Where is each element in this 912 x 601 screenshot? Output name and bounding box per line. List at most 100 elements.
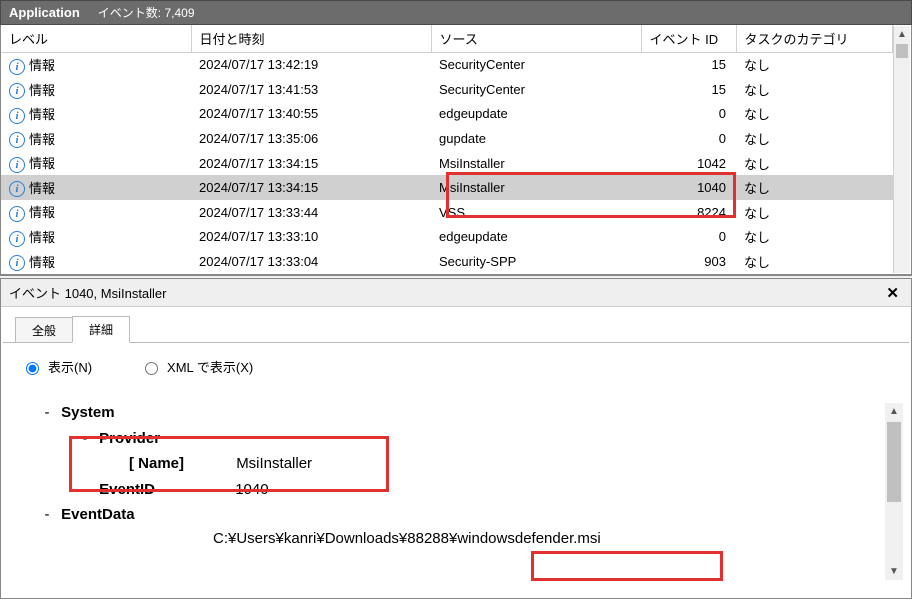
cell-eventid: 15	[641, 77, 736, 102]
cell-category: なし	[736, 175, 893, 200]
level-label: 情報	[29, 230, 55, 245]
tree-provider[interactable]: Provider	[99, 430, 160, 447]
event-table[interactable]: レベル 日付と時刻 ソース イベント ID タスクのカテゴリ i情報2024/0…	[1, 25, 893, 274]
info-icon: i	[9, 59, 25, 75]
view-mode-radios: 表示(N) XML で表示(X)	[21, 357, 891, 376]
detail-tree: System Provider [ Name] MsiInstaller Eve…	[21, 400, 891, 551]
scroll-up-icon[interactable]: ▲	[894, 26, 910, 43]
cell-eventid: 0	[641, 224, 736, 249]
scroll-down-icon[interactable]: ▼	[885, 563, 903, 580]
level-label: 情報	[29, 132, 55, 147]
cell-date: 2024/07/17 13:33:44	[191, 200, 431, 225]
cell-category: なし	[736, 102, 893, 127]
level-label: 情報	[29, 107, 55, 122]
app-title: Application	[9, 5, 80, 20]
table-row[interactable]: i情報2024/07/17 13:33:10edgeupdate0なし	[1, 224, 893, 249]
level-label: 情報	[29, 181, 55, 196]
tree-system[interactable]: System	[61, 404, 114, 421]
tree-toggle-icon[interactable]	[37, 400, 57, 426]
cell-source: SecurityCenter	[431, 53, 641, 78]
cell-category: なし	[736, 77, 893, 102]
cell-source: VSS	[431, 200, 641, 225]
table-row[interactable]: i情報2024/07/17 13:42:19SecurityCenter15なし	[1, 53, 893, 78]
table-row[interactable]: i 情報 2024/07/17 13:40:55edgeupdate0なし	[1, 102, 893, 127]
cell-date: 2024/07/17 13:41:53	[191, 77, 431, 102]
table-row[interactable]: i情報2024/07/17 13:41:53SecurityCenter15なし	[1, 77, 893, 102]
cell-date: 2024/07/17 13:42:19	[191, 53, 431, 78]
cell-date: 2024/07/17 13:33:10	[191, 224, 431, 249]
titlebar: Application イベント数: 7,409	[0, 0, 912, 25]
info-icon: i	[9, 157, 25, 173]
highlight-box-filename	[531, 551, 723, 581]
tree-eventid-value: 1040	[235, 477, 268, 503]
level-label: 情報	[29, 255, 55, 270]
tab-details[interactable]: 詳細	[72, 316, 130, 343]
event-count: イベント数: 7,409	[98, 4, 195, 21]
cell-eventid: 15	[641, 53, 736, 78]
tab-content-details: 表示(N) XML で表示(X) System Provider [ Name]…	[3, 342, 909, 586]
tabstrip: 全般 詳細	[1, 307, 911, 342]
cell-source: MsiInstaller	[431, 175, 641, 200]
detail-title: イベント 1040, MsiInstaller	[9, 283, 167, 302]
tree-eventid[interactable]: EventID	[99, 481, 155, 498]
radio-xml[interactable]: XML で表示(X)	[140, 357, 253, 376]
cell-category: なし	[736, 224, 893, 249]
detail-pane: イベント 1040, MsiInstaller ✕ 全般 詳細 表示(N) XM…	[0, 279, 912, 599]
col-header-source[interactable]: ソース	[431, 25, 641, 53]
info-icon: i	[9, 206, 25, 222]
col-header-date[interactable]: 日付と時刻	[191, 25, 431, 53]
cell-eventid: 8224	[641, 200, 736, 225]
cell-eventid: 1042	[641, 151, 736, 176]
cell-source: gupdate	[431, 126, 641, 151]
info-icon: i	[9, 231, 25, 247]
table-row[interactable]: i情報2024/07/17 13:33:44VSS8224なし	[1, 200, 893, 225]
radio-friendly-input[interactable]	[26, 362, 39, 375]
cell-date: 2024/07/17 13:33:04	[191, 249, 431, 274]
tree-eventdata[interactable]: EventData	[61, 506, 134, 523]
cell-date: 2024/07/17 13:35:06	[191, 126, 431, 151]
table-row[interactable]: i情報2024/07/17 13:34:15MsiInstaller1040なし	[1, 175, 893, 200]
cell-category: なし	[736, 126, 893, 151]
table-row[interactable]: i情報2024/07/17 13:33:04Security-SPP903なし	[1, 249, 893, 274]
cell-source: edgeupdate	[431, 102, 641, 127]
cell-category: なし	[736, 151, 893, 176]
cell-source: MsiInstaller	[431, 151, 641, 176]
tab-general[interactable]: 全般	[15, 317, 73, 343]
info-icon: i	[9, 132, 25, 148]
col-header-level[interactable]: レベル	[1, 25, 191, 53]
scroll-thumb[interactable]	[896, 44, 908, 58]
scrollbar-detail[interactable]: ▲ ▼	[885, 403, 903, 580]
tree-toggle-icon[interactable]	[75, 477, 95, 503]
cell-source: SecurityCenter	[431, 77, 641, 102]
cell-eventid: 1040	[641, 175, 736, 200]
info-icon: i	[9, 108, 25, 124]
col-header-eventid[interactable]: イベント ID	[641, 25, 736, 53]
cell-category: なし	[736, 53, 893, 78]
table-header-row[interactable]: レベル 日付と時刻 ソース イベント ID タスクのカテゴリ	[1, 25, 893, 53]
info-icon: i	[9, 181, 25, 197]
scroll-thumb[interactable]	[887, 422, 901, 502]
scroll-up-icon[interactable]: ▲	[885, 403, 903, 420]
cell-category: なし	[736, 200, 893, 225]
tree-toggle-icon[interactable]	[75, 426, 95, 452]
cell-eventid: 903	[641, 249, 736, 274]
close-icon[interactable]: ✕	[882, 284, 903, 302]
eventdata-filename: windowsdefender.msi	[457, 530, 600, 547]
level-label: 情報	[29, 156, 55, 171]
cell-date: 2024/07/17 13:34:15	[191, 151, 431, 176]
cell-eventid: 0	[641, 102, 736, 127]
col-header-category[interactable]: タスクのカテゴリ	[736, 25, 893, 53]
table-row[interactable]: i情報2024/07/17 13:35:06gupdate0なし	[1, 126, 893, 151]
radio-xml-input[interactable]	[145, 362, 158, 375]
tree-toggle-icon[interactable]	[37, 502, 57, 528]
radio-friendly[interactable]: 表示(N)	[21, 357, 92, 376]
info-icon: i	[9, 255, 25, 271]
info-icon: i	[9, 83, 25, 99]
event-list-pane: レベル 日付と時刻 ソース イベント ID タスクのカテゴリ i情報2024/0…	[0, 25, 912, 275]
cell-date: 2024/07/17 13:40:55	[191, 102, 431, 127]
tree-name-value: MsiInstaller	[236, 451, 312, 477]
eventdata-path-prefix: C:¥Users¥kanri¥Downloads¥88288¥	[213, 530, 457, 547]
table-row[interactable]: i 情報 2024/07/17 13:34:15MsiInstaller1042なし	[1, 151, 893, 176]
scrollbar-top[interactable]: ▲	[893, 26, 910, 273]
cell-category: なし	[736, 249, 893, 274]
